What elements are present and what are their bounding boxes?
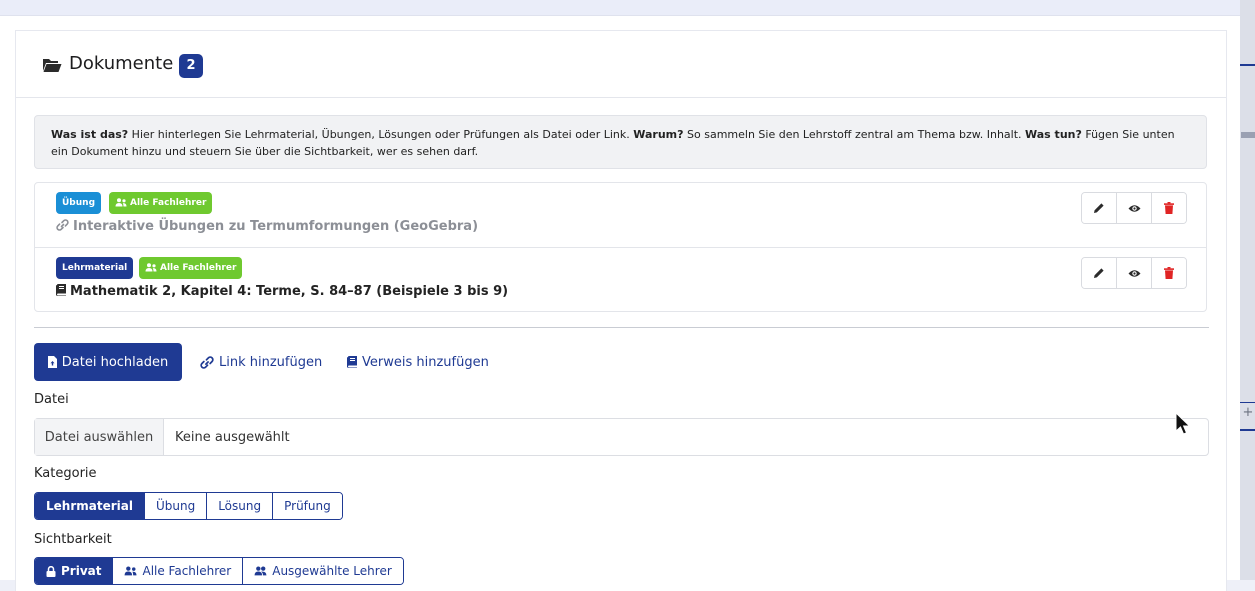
visibility-option-selected-teachers[interactable]: Ausgewählte Lehrer xyxy=(243,558,403,584)
link-icon xyxy=(200,355,214,369)
pencil-icon xyxy=(1094,203,1104,213)
visibility-badge: Alle Fachlehrer xyxy=(139,257,243,279)
view-button[interactable] xyxy=(1117,193,1152,223)
visibility-option-private[interactable]: Privat xyxy=(35,558,114,584)
document-title[interactable]: Interaktive Übungen zu Termumformungen (… xyxy=(56,219,478,234)
pencil-icon xyxy=(1094,268,1104,278)
right-side-panel: + xyxy=(1240,0,1255,580)
top-bar xyxy=(0,0,1240,16)
document-row: Übung Alle Fachlehrer Interaktive Übunge… xyxy=(35,183,1206,248)
document-title[interactable]: Mathematik 2, Kapitel 4: Terme, S. 84–87… xyxy=(56,284,508,299)
users-icon xyxy=(115,198,127,207)
file-input-value: Keine ausgewählt xyxy=(175,429,290,445)
trash-icon xyxy=(1164,267,1174,279)
file-input[interactable]: Datei auswählen Keine ausgewählt xyxy=(34,418,1209,456)
visibility-badge: Alle Fachlehrer xyxy=(109,192,213,214)
users-icon xyxy=(145,263,157,272)
delete-button[interactable] xyxy=(1152,258,1186,288)
folder-open-icon xyxy=(43,59,62,72)
view-button[interactable] xyxy=(1117,258,1152,288)
category-badge: Übung xyxy=(56,192,102,214)
category-option-pruefung[interactable]: Prüfung xyxy=(273,493,342,519)
visibility-selector: Privat Alle Fachlehrer Ausgewählte Lehre… xyxy=(34,557,404,585)
tab-add-reference[interactable]: Verweis hinzufügen xyxy=(347,343,489,381)
document-list: Übung Alle Fachlehrer Interaktive Übunge… xyxy=(34,182,1207,312)
card-header: Dokumente 2 xyxy=(16,31,1226,98)
divider xyxy=(34,327,1209,328)
trash-icon xyxy=(1164,202,1174,214)
edit-button[interactable] xyxy=(1082,258,1117,288)
visibility-label: Sichtbarkeit xyxy=(34,532,112,547)
tab-upload-file[interactable]: Datei hochladen xyxy=(34,343,182,381)
category-selector: Lehrmaterial Übung Lösung Prüfung xyxy=(34,492,343,520)
category-badge: Lehrmaterial xyxy=(56,257,134,279)
lock-icon xyxy=(46,565,56,577)
mouse-cursor-icon xyxy=(1175,412,1191,435)
users-icon xyxy=(125,566,137,576)
file-label: Datei xyxy=(34,392,69,407)
book-icon xyxy=(56,284,66,296)
edit-button[interactable] xyxy=(1082,193,1117,223)
visibility-option-all-teachers[interactable]: Alle Fachlehrer xyxy=(113,558,244,584)
link-icon xyxy=(56,219,69,231)
book-icon xyxy=(347,356,357,368)
tab-add-link[interactable]: Link hinzufügen xyxy=(200,343,322,381)
document-row: Lehrmaterial Alle Fachlehrer Mathematik … xyxy=(35,248,1206,312)
category-option-uebung[interactable]: Übung xyxy=(144,493,208,519)
category-option-loesung[interactable]: Lösung xyxy=(207,493,274,519)
eye-icon xyxy=(1128,204,1140,212)
choose-file-button[interactable]: Datei auswählen xyxy=(35,419,164,455)
eye-icon xyxy=(1128,269,1140,277)
file-upload-icon xyxy=(47,356,57,368)
info-box: Was ist das? Hier hinterlegen Sie Lehrma… xyxy=(34,115,1207,169)
delete-button[interactable] xyxy=(1152,193,1186,223)
card-title: Dokumente xyxy=(69,53,174,74)
category-option-lehrmaterial[interactable]: Lehrmaterial xyxy=(35,493,145,519)
document-count-badge: 2 xyxy=(179,54,203,78)
plus-icon[interactable]: + xyxy=(1242,405,1254,421)
category-label: Kategorie xyxy=(34,466,97,481)
user-group-icon xyxy=(254,566,267,576)
document-actions xyxy=(1081,192,1187,224)
documents-card: Dokumente 2 Was ist das? Hier hinterlege… xyxy=(15,30,1227,591)
document-actions xyxy=(1081,257,1187,289)
